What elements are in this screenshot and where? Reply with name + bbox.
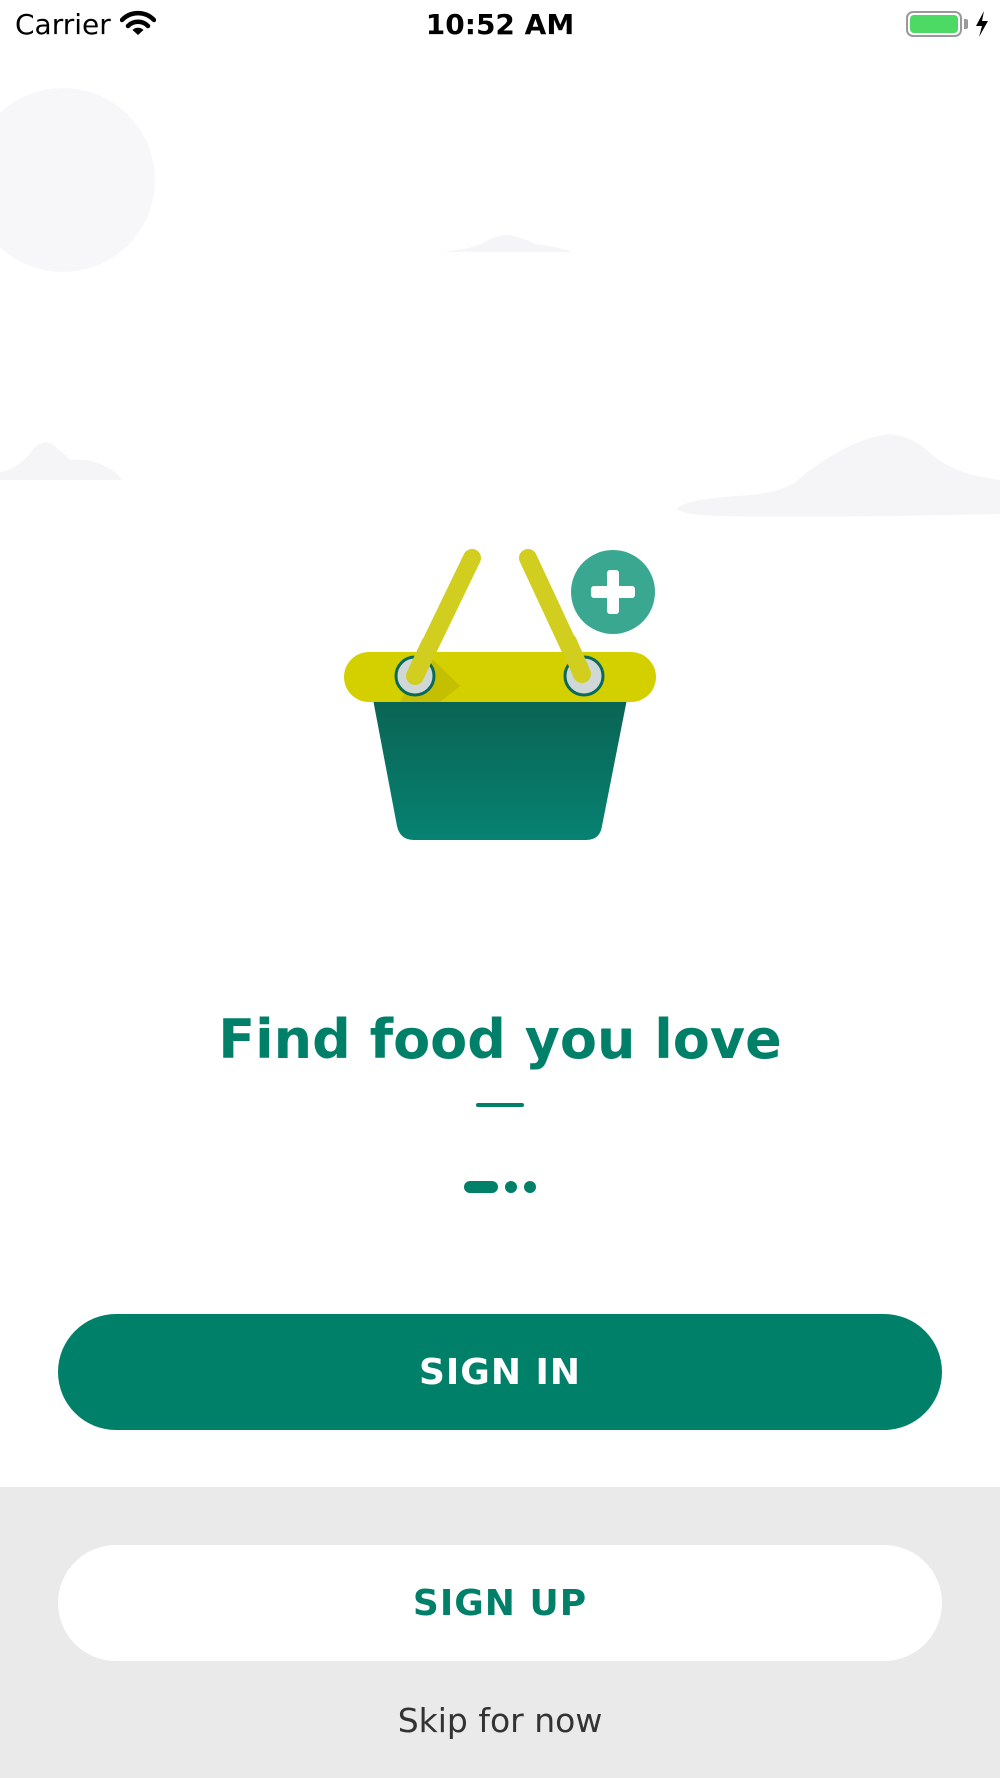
status-time: 10:52 AM xyxy=(425,8,575,41)
basket-illustration xyxy=(344,549,656,840)
page-dot[interactable] xyxy=(524,1181,536,1193)
background-cloud-small xyxy=(440,234,572,252)
plus-icon xyxy=(571,550,655,634)
background-circle-decoration xyxy=(0,88,155,272)
battery-icon xyxy=(906,11,962,37)
title-underline xyxy=(476,1103,524,1107)
sign-in-button[interactable]: SIGN IN xyxy=(58,1314,942,1430)
status-bar: Carrier 10:52 AM xyxy=(0,0,1000,52)
page-dot-active[interactable] xyxy=(464,1181,498,1193)
sign-up-button[interactable]: SIGN UP xyxy=(58,1545,942,1661)
charging-bolt-icon xyxy=(974,10,990,42)
page-dot[interactable] xyxy=(505,1181,517,1193)
battery-cap xyxy=(964,19,968,29)
bottom-panel: SIGN UP Skip for now xyxy=(0,1487,1000,1778)
onboarding-title: Find food you love xyxy=(218,1008,782,1071)
background-cloud-right xyxy=(677,434,1000,517)
skip-link[interactable]: Skip for now xyxy=(0,1701,1000,1740)
background-cloud-left xyxy=(0,442,122,480)
